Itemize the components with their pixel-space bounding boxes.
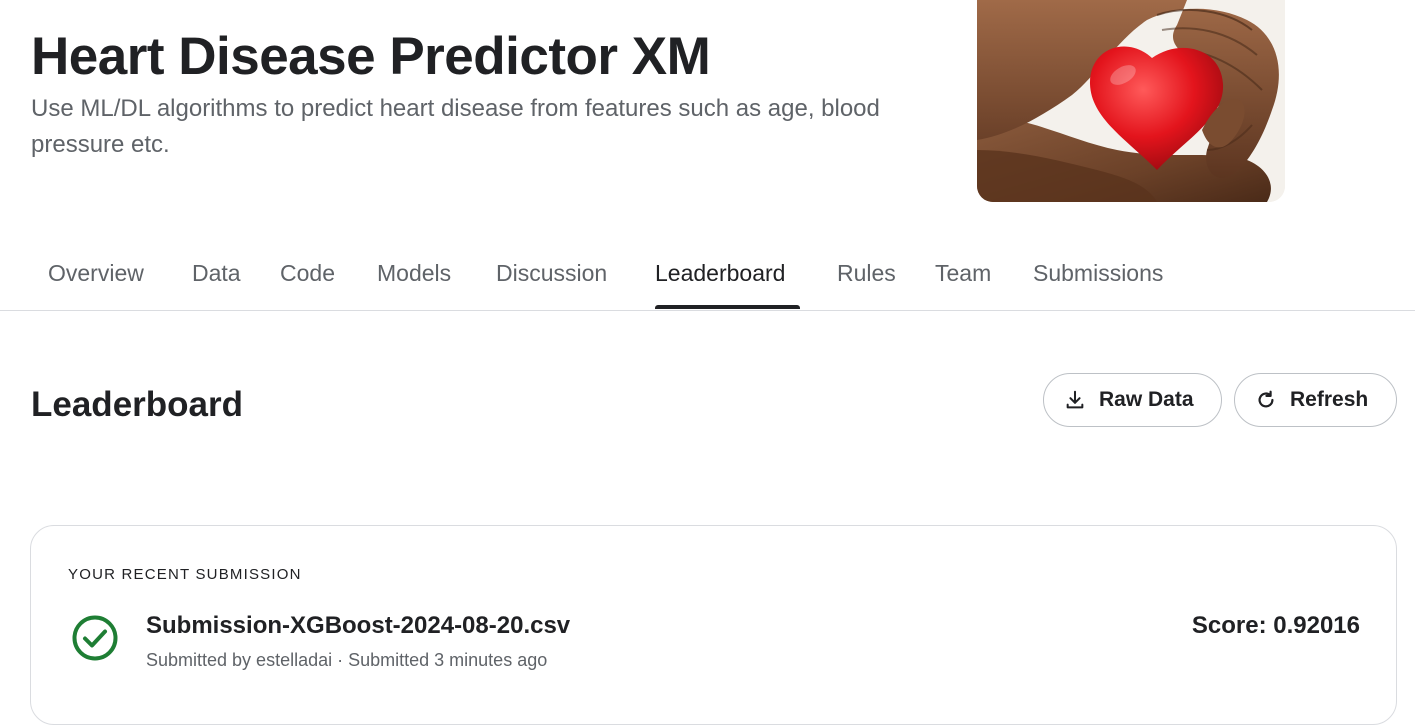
competition-header: Heart Disease Predictor XM Use ML/DL alg… [0,0,1415,230]
competition-banner-image [977,0,1285,202]
competition-tabs: Overview Data Code Models Discussion Lea… [0,245,1415,311]
raw-data-button[interactable]: Raw Data [1043,373,1222,427]
competition-subtitle: Use ML/DL algorithms to predict heart di… [31,95,880,158]
download-icon [1064,389,1086,411]
tab-models[interactable]: Models [377,257,451,289]
competition-title: Heart Disease Predictor XM [31,27,711,86]
tab-leaderboard[interactable]: Leaderboard [655,257,785,289]
tab-overview[interactable]: Overview [48,257,144,289]
submission-file-name[interactable]: Submission-XGBoost-2024-08-20.csv [146,612,570,640]
tab-team[interactable]: Team [935,257,991,289]
check-circle-icon [71,614,119,662]
tab-code[interactable]: Code [280,257,335,289]
tab-rules[interactable]: Rules [837,257,896,289]
active-tab-indicator [655,305,800,309]
leaderboard-heading: Leaderboard [31,385,243,424]
recent-submission-label: YOUR RECENT SUBMISSION [68,566,302,583]
tab-data[interactable]: Data [192,257,241,289]
submission-score: Score: 0.92016 [1191,612,1360,639]
refresh-icon [1255,389,1277,411]
submission-meta: Submitted by estelladai · Submitted 3 mi… [146,650,548,670]
refresh-button[interactable]: Refresh [1234,373,1397,427]
recent-submission-card: YOUR RECENT SUBMISSION Submission-XGBoos… [30,525,1397,725]
raw-data-label: Raw Data [1099,388,1194,411]
tab-discussion[interactable]: Discussion [496,257,607,289]
tab-submissions[interactable]: Submissions [1033,257,1163,289]
refresh-label: Refresh [1290,388,1369,411]
